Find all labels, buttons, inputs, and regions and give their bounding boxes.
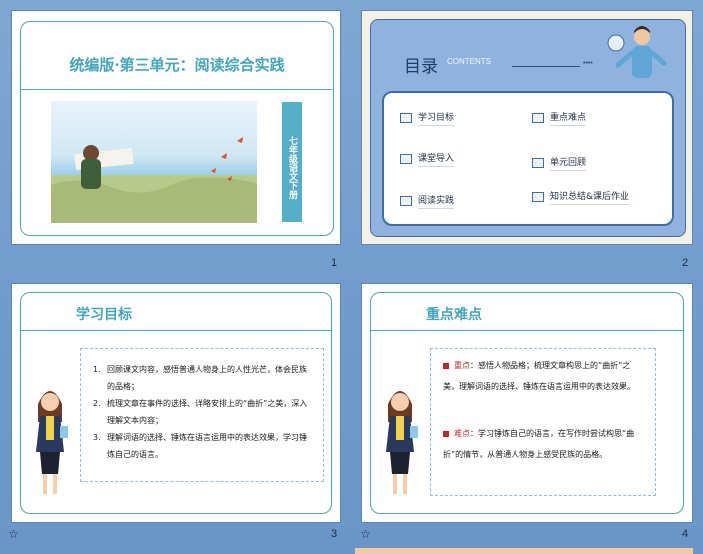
slide-thumbnail-1[interactable]: 统编版·第三单元：阅读综合实践 七年级语文下册	[11, 10, 341, 245]
folder-icon	[400, 196, 412, 206]
toc-panel: 学习目标 重点难点 课堂导入 单元回顾 阅读实践 知识总结&课后作业	[382, 91, 674, 226]
slide-number: 3	[331, 528, 338, 540]
slide-thumbnail-3[interactable]: 学习目标 1. 回顾课文内容，感悟普通人物身上的人性光芒，体会民族的品格； 2. 梳…	[11, 283, 341, 523]
slide-number: 4	[682, 528, 689, 540]
toc-item[interactable]: 阅读实践	[400, 193, 455, 209]
divider	[20, 330, 332, 331]
keypoints-box: 重点：感悟人物品格；梳理文章构思上的“曲折”之美，理解词语的选择、锤炼在语言运用…	[430, 348, 656, 496]
slide-number: 1	[331, 257, 338, 269]
toc-heading-en: CONTENTS	[447, 57, 491, 66]
presenter-man-icon	[607, 26, 667, 78]
folder-icon	[532, 158, 544, 168]
toc-item[interactable]: 单元回顾	[532, 155, 587, 171]
toc-item[interactable]: 学习目标	[400, 110, 455, 126]
divider	[20, 89, 332, 90]
slide-heading: 学习目标	[76, 307, 132, 323]
folder-icon	[400, 113, 412, 123]
toc-item[interactable]: 课堂导入	[400, 151, 455, 167]
slide-number: 2	[682, 257, 689, 269]
slide-thumbnail-4[interactable]: 重点难点 重点：感悟人物品格；梳理文章构思上的“曲折”之美，理解词语的选择、锤炼…	[361, 283, 693, 523]
objectives-box: 1. 回顾课文内容，感悟普通人物身上的人性光芒，体会民族的品格； 2. 梳理文章在事…	[80, 348, 324, 482]
slide-heading: 重点难点	[426, 307, 482, 323]
next-slide-peek[interactable]	[355, 548, 693, 554]
folder-icon	[400, 154, 412, 164]
slide-transition-icon: ☆	[360, 527, 371, 541]
toc-heading: 目录	[404, 57, 438, 77]
bullet-icon	[443, 430, 449, 437]
slide-transition-icon: ☆	[8, 527, 19, 541]
objectives-list: 1. 回顾课文内容，感悟普通人物身上的人性光芒，体会民族的品格； 2. 梳理文章在事…	[93, 361, 313, 463]
decor-dots: ••••	[583, 60, 593, 67]
toc-item[interactable]: 重点难点	[532, 110, 587, 126]
slide-thumbnail-2[interactable]: 目录 CONTENTS •••• 学习目标 重点难点 课堂导入 单元回顾 阅读实…	[361, 10, 693, 245]
list-item: 难点：学习锤炼自己的语言，在写作时尝试构思“曲折”的情节，从普通人物身上感受民族…	[443, 429, 635, 459]
list-item: 重点：感悟人物品格；梳理文章构思上的“曲折”之美，理解词语的选择、锤炼在语言运用…	[443, 361, 635, 391]
divider	[370, 330, 684, 331]
bullet-icon	[443, 362, 449, 369]
list-item: 1. 回顾课文内容，感悟普通人物身上的人性光芒，体会民族的品格；	[93, 365, 307, 391]
folder-icon	[532, 113, 544, 123]
divider	[512, 66, 580, 67]
teacher-woman-icon	[386, 391, 418, 494]
grade-tag: 七年级语文下册	[282, 102, 302, 222]
list-item: 2. 梳理文章在事件的选择、详略安排上的“曲折”之美，深入理解文本内容；	[93, 399, 308, 425]
slide-title: 统编版·第三单元：阅读综合实践	[69, 56, 285, 74]
folder-icon	[532, 192, 544, 202]
toc-item[interactable]: 知识总结&课后作业	[532, 189, 630, 205]
boy-reading-by-sea-image	[51, 101, 257, 223]
folder-tab	[482, 19, 602, 33]
teacher-woman-icon	[36, 391, 68, 494]
list-item: 3. 理解词语的选择、锤炼在语言运用中的表达效果，学习锤炼自己的语言。	[93, 433, 307, 459]
